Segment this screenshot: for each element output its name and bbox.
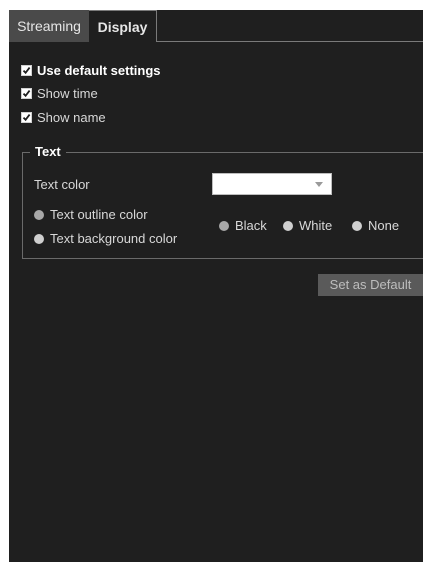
color-choice-white[interactable]: White (283, 218, 332, 233)
text-background-color-option[interactable]: Text background color (34, 231, 177, 246)
checkbox-checked-icon[interactable] (21, 111, 32, 123)
tab-streaming[interactable]: Streaming (9, 10, 89, 42)
checkbox-checked-icon[interactable] (21, 87, 32, 99)
chevron-down-icon (315, 182, 323, 187)
tab-divider (157, 41, 423, 42)
color-choice-white-label: White (299, 218, 333, 233)
show-name-option[interactable]: Show name (21, 108, 106, 126)
radio-button-icon[interactable] (283, 220, 293, 231)
radio-button-icon[interactable] (34, 233, 44, 244)
use-default-settings-label: Use default settings (37, 62, 161, 78)
color-choice-black[interactable]: Black (219, 218, 267, 233)
tab-display[interactable]: Display (89, 10, 157, 42)
color-choice-none-label: None (368, 218, 400, 233)
color-choice-none[interactable]: None (352, 218, 399, 233)
checkbox-checked-icon[interactable] (21, 64, 32, 76)
text-color-label: Text color (34, 177, 90, 192)
show-time-option[interactable]: Show time (21, 84, 98, 102)
radio-button-icon[interactable] (219, 220, 229, 231)
tab-bar: Streaming Display (9, 10, 423, 42)
use-default-settings-option[interactable]: Use default settings (21, 61, 161, 79)
color-choice-black-label: Black (235, 218, 267, 233)
show-time-label: Show time (37, 85, 98, 101)
radio-button-icon[interactable] (352, 220, 362, 231)
text-outline-color-label: Text outline color (50, 207, 148, 222)
text-group-legend: Text (30, 144, 66, 160)
text-outline-color-option[interactable]: Text outline color (34, 207, 148, 222)
radio-button-icon[interactable] (34, 209, 44, 220)
set-as-default-button[interactable]: Set as Default (318, 274, 423, 296)
text-color-select[interactable] (212, 173, 332, 195)
show-name-label: Show name (37, 109, 106, 125)
settings-panel: Streaming Display Use default settings S… (9, 10, 423, 562)
text-background-color-label: Text background color (50, 231, 178, 246)
